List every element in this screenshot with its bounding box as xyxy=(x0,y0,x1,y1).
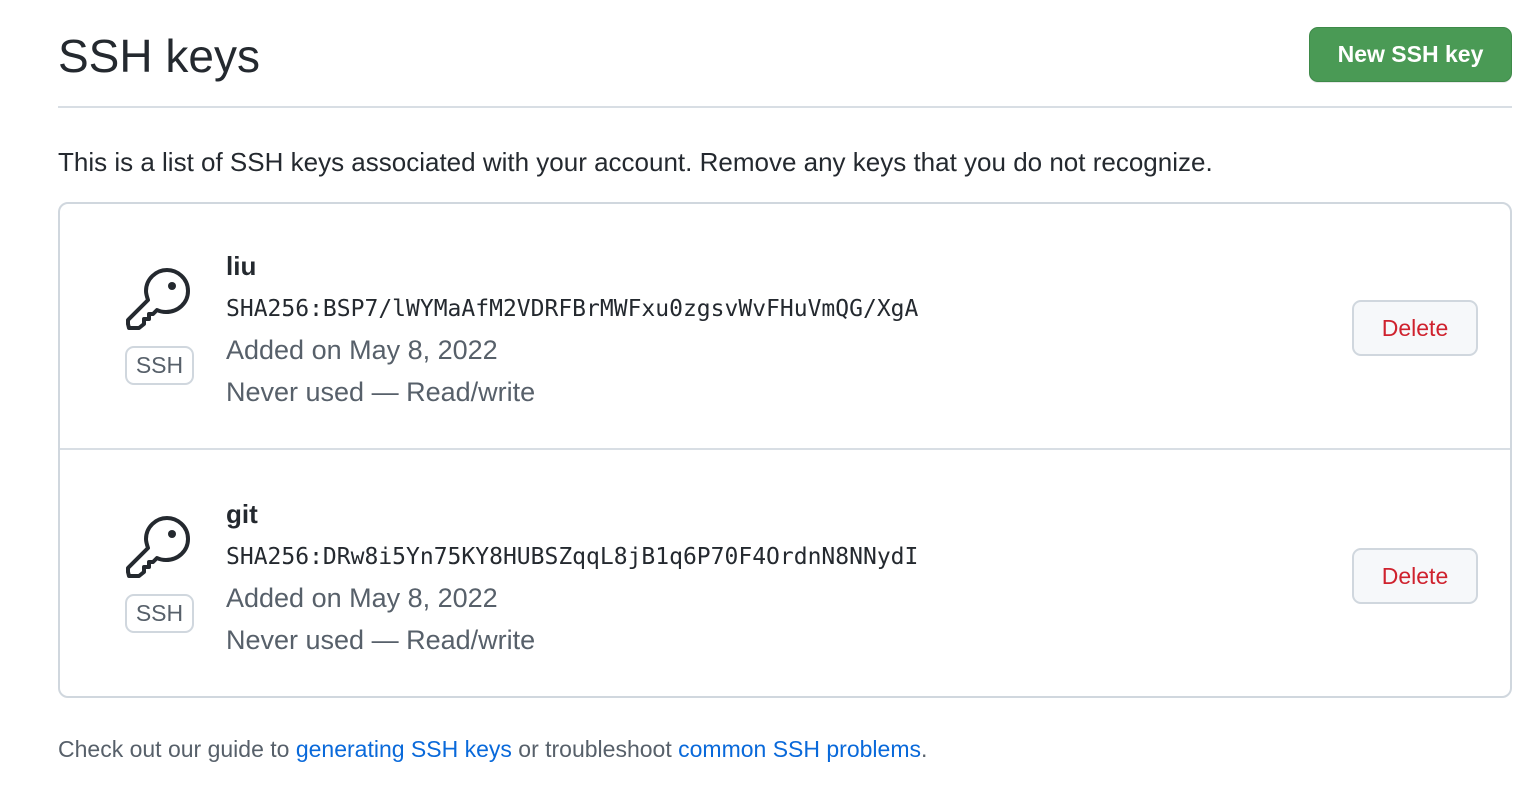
key-fingerprint: SHA256:BSP7/lWYMaAfM2VDRFBrMWFxu0zgsvWvF… xyxy=(226,296,919,322)
key-fingerprint: SHA256:DRw8i5Yn75KY8HUBSZqqL8jB1q6P70F4O… xyxy=(226,544,919,570)
key-added-date: Added on May 8, 2022 xyxy=(226,583,498,613)
key-title: liu xyxy=(226,251,257,281)
new-ssh-key-button[interactable]: New SSH key xyxy=(1309,27,1512,82)
footer-suffix: . xyxy=(920,736,928,762)
delete-key-button[interactable]: Delete xyxy=(1352,300,1478,356)
key-added-date: Added on May 8, 2022 xyxy=(226,335,498,365)
ssh-keys-page: SSH keys New SSH key This is a list of S… xyxy=(0,0,1520,804)
intro-text: This is a list of SSH keys associated wi… xyxy=(58,147,1213,177)
ssh-key-list: SSH liu SHA256:BSP7/lWYMaAfM2VDRFBrMWFxu… xyxy=(58,202,1512,698)
footer-prefix: Check out our guide to xyxy=(58,736,296,762)
ssh-badge: SSH xyxy=(125,346,194,385)
ssh-key-row: SSH git SHA256:DRw8i5Yn75KY8HUBSZqqL8jB1… xyxy=(60,452,1510,698)
help-footer: Check out our guide to generating SSH ke… xyxy=(58,734,927,764)
ssh-key-row: SSH liu SHA256:BSP7/lWYMaAfM2VDRFBrMWFxu… xyxy=(60,204,1510,450)
ssh-badge: SSH xyxy=(125,594,194,633)
page-title: SSH keys xyxy=(58,30,260,82)
key-usage: Never used — Read/write xyxy=(226,377,536,407)
delete-key-button[interactable]: Delete xyxy=(1352,548,1478,604)
footer-middle: or troubleshoot xyxy=(511,736,679,762)
common-ssh-problems-link[interactable]: common SSH problems xyxy=(678,736,921,762)
key-usage: Never used — Read/write xyxy=(226,625,536,655)
key-icon xyxy=(124,266,192,334)
key-icon xyxy=(124,514,192,582)
key-title: git xyxy=(226,499,258,529)
generating-ssh-keys-link[interactable]: generating SSH keys xyxy=(296,736,512,762)
page-header: SSH keys New SSH key xyxy=(58,0,1512,108)
